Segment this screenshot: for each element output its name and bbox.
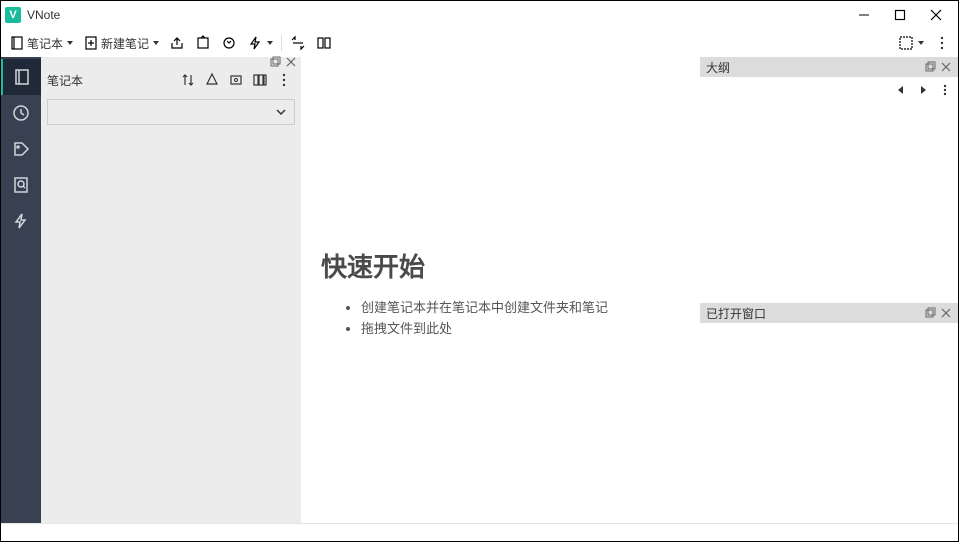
export-button[interactable] (191, 31, 215, 55)
restore-icon[interactable] (924, 61, 936, 73)
import-button[interactable] (165, 31, 189, 55)
chevron-down-icon (918, 41, 924, 45)
status-bar (1, 523, 958, 541)
expand-button[interactable] (286, 31, 310, 55)
nav-next-icon[interactable] (916, 83, 930, 97)
recycle-button[interactable] (201, 69, 223, 91)
activity-history[interactable] (1, 95, 41, 131)
app-logo: V (5, 7, 21, 23)
close-button[interactable] (918, 1, 954, 29)
quick-start-tip: 拖拽文件到此处 (361, 319, 608, 340)
activity-snippet[interactable] (1, 203, 41, 239)
sort-button[interactable] (177, 69, 199, 91)
new-note-label: 新建笔记 (101, 35, 149, 52)
view-mode-button[interactable] (249, 69, 271, 91)
activity-notebook[interactable] (1, 59, 41, 95)
opened-windows-title: 已打开窗口 (706, 305, 766, 322)
close-icon[interactable] (940, 307, 952, 319)
chevron-down-icon (67, 41, 73, 45)
panel-more-button[interactable] (273, 69, 295, 91)
restore-icon[interactable] (924, 307, 936, 319)
nav-prev-icon[interactable] (894, 83, 908, 97)
more-menu-button[interactable] (930, 31, 954, 55)
notebook-label: 笔记本 (27, 35, 63, 52)
activity-tag[interactable] (1, 131, 41, 167)
quick-start-heading: 快速开始 (321, 247, 608, 284)
fullscreen-dropdown[interactable] (894, 31, 928, 55)
notebook-select[interactable] (47, 99, 295, 125)
explore-button[interactable] (225, 69, 247, 91)
quick-start-tip: 创建笔记本并在笔记本中创建文件夹和笔记 (361, 298, 608, 319)
chevron-down-icon (153, 41, 159, 45)
maximize-button[interactable] (882, 1, 918, 29)
opened-windows-body (700, 323, 958, 523)
layout-button[interactable] (312, 31, 336, 55)
minimize-button[interactable] (846, 1, 882, 29)
quick-action-dropdown[interactable] (243, 31, 277, 55)
outline-body (700, 103, 958, 303)
close-icon[interactable] (940, 61, 952, 73)
toolbar-separator (281, 35, 282, 51)
chevron-down-icon (267, 41, 273, 45)
refresh-button[interactable] (217, 31, 241, 55)
new-note-dropdown[interactable]: 新建笔记 (79, 31, 163, 55)
chevron-down-icon (274, 105, 288, 119)
left-panel-title: 笔记本 (47, 72, 175, 89)
outline-more-button[interactable] (938, 83, 952, 97)
outline-title: 大纲 (706, 59, 730, 76)
app-title: VNote (27, 8, 60, 22)
notebook-dropdown[interactable]: 笔记本 (5, 31, 77, 55)
activity-search[interactable] (1, 167, 41, 203)
